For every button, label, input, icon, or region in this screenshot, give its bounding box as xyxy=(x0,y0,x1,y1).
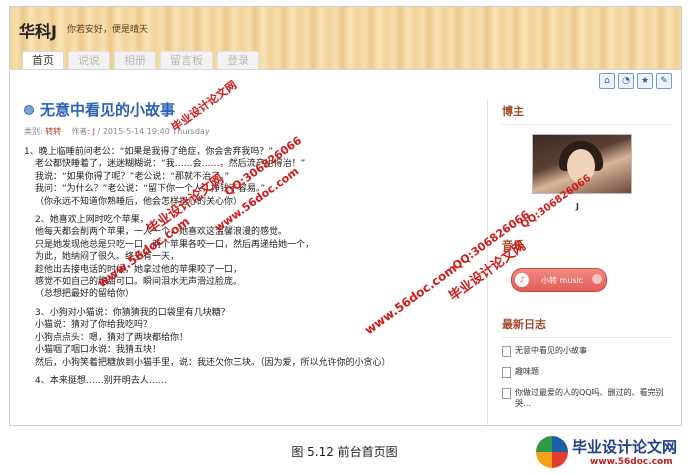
owner-name: J xyxy=(576,202,579,211)
star-icon[interactable]: ★ xyxy=(637,73,653,89)
music-player-button[interactable]: ♪ 小转 music xyxy=(511,268,607,292)
play-icon[interactable] xyxy=(592,274,602,284)
browser-page: 华科J 你若安好，便是晴天 首页 说说 相册 留言板 登录 ⌂ ◔ ★ ✎ 无意… xyxy=(9,6,682,426)
header-divider xyxy=(10,69,681,70)
story-line: 只是她发现他总是只吃一口，两个苹果各咬一口，然后再递给她一个， xyxy=(35,239,315,250)
document-icon xyxy=(502,367,511,378)
sidebar: 博主 J 音乐 ♪ 小转 music 最新日志 无意中看见的小故事 趣味题 你做… xyxy=(502,103,672,425)
tab-moods[interactable]: 说说 xyxy=(68,51,110,70)
document-icon xyxy=(502,388,511,399)
story-line: 小猫咽了咽口水说：我猜五块！ xyxy=(35,345,162,356)
recent-post-link[interactable]: 趣味题 xyxy=(515,366,539,378)
story-line: 为此，她纳闷了很久。终于有一天， xyxy=(35,252,180,263)
site-slogan: 你若安好，便是晴天 xyxy=(67,25,149,35)
home-icon[interactable]: ⌂ xyxy=(599,73,615,89)
music-icon: ♪ xyxy=(515,273,529,287)
tab-guestbook[interactable]: 留言板 xyxy=(160,51,213,70)
tab-home[interactable]: 首页 xyxy=(22,51,64,70)
list-item[interactable]: 你做过最爱的人的QQ吗、删过的、看完别哭… xyxy=(502,387,672,409)
settings-icon[interactable]: ✎ xyxy=(656,73,672,89)
post-datetime: 2015-5-14 19:40 Thursday xyxy=(102,127,210,136)
category-link[interactable]: 转转 xyxy=(45,127,61,136)
story-line: 小狗点点头：嗯，猜对了两块都给你！ xyxy=(35,332,189,343)
music-label: 小转 music xyxy=(541,275,584,285)
bullet-icon xyxy=(24,104,34,115)
logo-text: 毕业设计论文网 xyxy=(572,438,678,456)
rss-icon[interactable]: ◔ xyxy=(618,73,634,89)
author-link[interactable]: J xyxy=(93,127,95,136)
story-4: 4、本来挺想……别开明去人…… xyxy=(24,375,474,387)
post-title[interactable]: 无意中看见的小故事 xyxy=(40,99,175,120)
story-line: 2、她喜欢上网时吃个苹果， xyxy=(35,215,149,226)
post-meta: 类别: 转转 作者: J / 2015-5-14 19:40 Thursday xyxy=(24,127,210,136)
story-line: 感觉不如自己的脆甜可口。瞬间泪水无声滑过脸庞。 xyxy=(35,277,243,288)
logo-icon xyxy=(536,436,568,468)
logo-url: www.56doc.com xyxy=(590,457,673,467)
story-line: 趁他出去接电话的时候，她拿过他的苹果咬了一口， xyxy=(35,264,243,275)
story-3: 3、小狗对小猫说：你猜猜我的口袋里有几块糖？ 小猫说：猜对了你给我吃吗？ 小狗点… xyxy=(24,307,474,369)
author-label: 作者: xyxy=(71,127,91,136)
story-line: 4、本来挺想……别开明去人…… xyxy=(35,375,167,386)
story-line: 1、晚上临睡前问老公：“如果是我得了绝症，你会舍弃我吗？” xyxy=(24,147,274,157)
list-item[interactable]: 无意中看见的小故事 xyxy=(502,345,672,357)
site-title[interactable]: 华科J xyxy=(19,18,57,42)
story-line: 他每天都会削两个苹果，一人一个，她喜欢这温馨浪漫的感觉。 xyxy=(35,227,288,238)
sidebar-rule xyxy=(502,124,672,125)
blogger-heading: 博主 xyxy=(502,105,524,118)
document-icon xyxy=(502,346,511,357)
sidebar-rule xyxy=(502,337,672,338)
site-logo: 毕业设计论文网 www.56doc.com xyxy=(536,434,686,472)
story-line: 然后，小狗笑着把糖放到小猫手里，说：我还欠你三块。（因为爱，所以允许你的小贪心） xyxy=(35,357,391,368)
story-line: 我问：“为什么？”老公说：“留下你一个人，挣钱不容易。” xyxy=(35,184,266,195)
story-line: 小猫说：猜对了你给我吃吗？ xyxy=(35,320,153,331)
recent-posts-heading: 最新日志 xyxy=(502,318,546,331)
tab-login[interactable]: 登录 xyxy=(217,51,259,70)
recent-post-link[interactable]: 你做过最爱的人的QQ吗、删过的、看完别哭… xyxy=(515,387,672,409)
recent-post-link[interactable]: 无意中看见的小故事 xyxy=(515,345,587,357)
list-item[interactable]: 趣味题 xyxy=(502,366,672,378)
post-area: 无意中看见的小故事 类别: 转转 作者: J / 2015-5-14 19:40… xyxy=(24,99,474,425)
category-label: 类别: xyxy=(24,127,43,136)
main-nav: 首页 说说 相册 留言板 登录 xyxy=(22,51,259,70)
story-2: 2、她喜欢上网时吃个苹果， 他每天都会削两个苹果，一人一个，她喜欢这温馨浪漫的感… xyxy=(24,214,474,301)
tab-album[interactable]: 相册 xyxy=(114,51,156,70)
post-title-row: 无意中看见的小故事 xyxy=(24,99,474,120)
toolbar-icons: ⌂ ◔ ★ ✎ xyxy=(599,73,672,89)
recent-posts-list: 无意中看见的小故事 趣味题 你做过最爱的人的QQ吗、删过的、看完别哭… xyxy=(502,345,672,409)
site-header: 华科J 你若安好，便是晴天 首页 说说 相册 留言板 登录 xyxy=(10,7,681,70)
